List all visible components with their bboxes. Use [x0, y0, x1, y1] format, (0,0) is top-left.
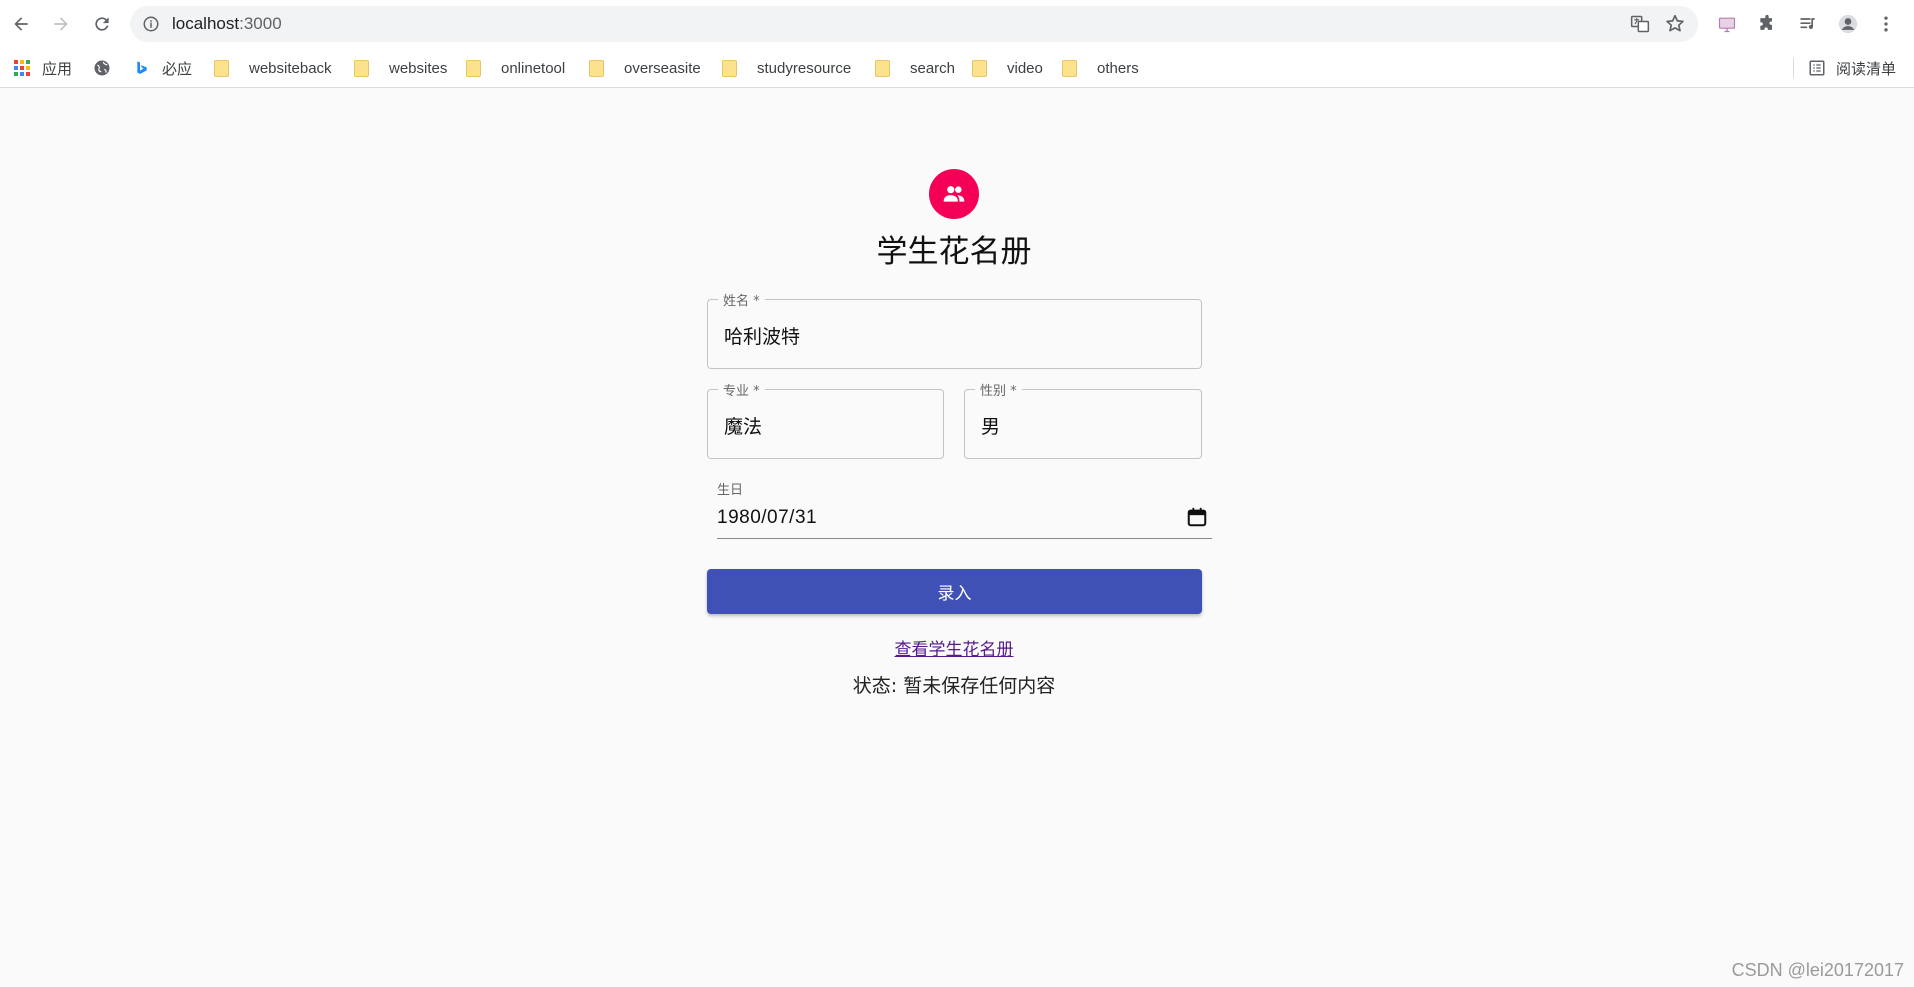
- bookmark-label: search: [910, 59, 956, 77]
- bookmarks-bar: 应用 必应 websiteback websites onlinetool ov…: [0, 48, 1914, 88]
- bookmark-folder-studyresource[interactable]: studyresource: [722, 48, 851, 88]
- url-text: localhost:3000: [172, 14, 282, 34]
- gender-field[interactable]: 性别 * 男: [964, 380, 1202, 459]
- folder-icon: [214, 59, 229, 77]
- playlist-icon: [1800, 18, 1815, 29]
- profile-avatar-icon: [1838, 14, 1858, 34]
- bookmark-apps[interactable]: 应用: [14, 48, 72, 88]
- avatar: [929, 169, 979, 219]
- translate-icon[interactable]: [1630, 14, 1650, 34]
- bookmark-label: 应用: [42, 60, 73, 78]
- bookmark-label: others: [1097, 59, 1139, 77]
- apps-grid-icon: [14, 60, 30, 76]
- bookmark-label: onlinetool: [501, 59, 566, 77]
- bookmark-label: websites: [389, 59, 448, 77]
- folder-icon: [1062, 59, 1077, 77]
- bookmark-folder-video[interactable]: video: [972, 48, 1043, 88]
- forward-button[interactable]: [45, 8, 77, 40]
- bookmark-folder-overseasite[interactable]: overseasite: [589, 48, 701, 88]
- name-field-label: 姓名 *: [718, 290, 765, 309]
- bookmark-folder-websites[interactable]: websites: [354, 48, 447, 88]
- reload-button[interactable]: [86, 8, 118, 40]
- bookmark-label: websiteback: [249, 59, 332, 77]
- folder-icon: [466, 59, 481, 77]
- bookmark-folder-search[interactable]: search: [875, 48, 955, 88]
- major-field-value: 魔法: [724, 416, 763, 438]
- birthday-field[interactable]: 生日 1980/07/31: [717, 479, 1212, 539]
- birthday-field-value: 1980/07/31: [717, 507, 818, 528]
- folder-icon: [722, 59, 737, 77]
- bookmark-star-icon[interactable]: [1664, 13, 1686, 35]
- bookmark-label: 必应: [162, 60, 193, 78]
- reading-list-icon: [1809, 60, 1825, 76]
- media-controls-button[interactable]: [1796, 12, 1820, 36]
- info-icon[interactable]: [142, 15, 160, 33]
- reader-extension-icon: [1718, 17, 1736, 33]
- extension-reader-button[interactable]: [1715, 12, 1739, 36]
- url-host: localhost: [172, 14, 240, 33]
- bookmark-folder-websiteback[interactable]: websiteback: [214, 48, 332, 88]
- arrow-right-icon: [54, 17, 68, 31]
- watermark: CSDN @lei20172017: [1731, 960, 1904, 980]
- folder-icon: [972, 59, 987, 77]
- bing-icon: [137, 61, 147, 74]
- gender-field-value: 男: [981, 416, 1001, 438]
- browser-toolbar: localhost:3000: [0, 0, 1914, 48]
- bookmark-globe[interactable]: [93, 48, 123, 88]
- name-field-value: 哈利波特: [724, 326, 801, 348]
- arrow-left-icon: [14, 17, 28, 31]
- people-icon: [943, 186, 965, 202]
- major-field[interactable]: 专业 * 魔法: [707, 380, 944, 459]
- bookmark-label: video: [1007, 59, 1043, 77]
- url-port: :3000: [239, 14, 282, 33]
- puzzle-icon: [1760, 14, 1772, 30]
- status-text: 状态: 暂未保存任何内容: [852, 675, 1056, 697]
- major-field-label: 专业 *: [718, 380, 765, 399]
- bookmark-folder-onlinetool[interactable]: onlinetool: [466, 48, 565, 88]
- kebab-menu-icon: [1884, 16, 1888, 32]
- page-title: 学生花名册: [876, 234, 1032, 270]
- folder-icon: [589, 59, 604, 77]
- extensions-button[interactable]: [1755, 12, 1779, 36]
- bookmark-label: overseasite: [624, 59, 701, 77]
- back-button[interactable]: [5, 8, 37, 40]
- profile-button[interactable]: [1836, 12, 1860, 36]
- globe-icon: [94, 60, 110, 76]
- bookmarks-divider: [1793, 58, 1794, 78]
- bookmark-folder-others[interactable]: others: [1062, 48, 1139, 88]
- birthday-field-label: 生日: [717, 483, 744, 498]
- address-bar[interactable]: localhost:3000: [130, 6, 1698, 42]
- bookmark-label: studyresource: [757, 59, 852, 77]
- folder-icon: [354, 59, 369, 77]
- submit-button[interactable]: 录入: [707, 569, 1202, 614]
- gender-field-label: 性别 *: [975, 380, 1022, 399]
- calendar-icon[interactable]: [1186, 506, 1208, 528]
- name-field[interactable]: 姓名 * 哈利波特: [707, 290, 1202, 369]
- reading-list-label: 阅读清单: [1835, 59, 1896, 78]
- bookmark-bing[interactable]: 必应: [134, 48, 192, 88]
- menu-button[interactable]: [1874, 12, 1898, 36]
- reading-list-button[interactable]: 阅读清单: [1808, 48, 1896, 88]
- folder-icon: [875, 59, 890, 77]
- reload-icon: [95, 17, 109, 31]
- view-roster-link[interactable]: 查看学生花名册: [700, 635, 1208, 660]
